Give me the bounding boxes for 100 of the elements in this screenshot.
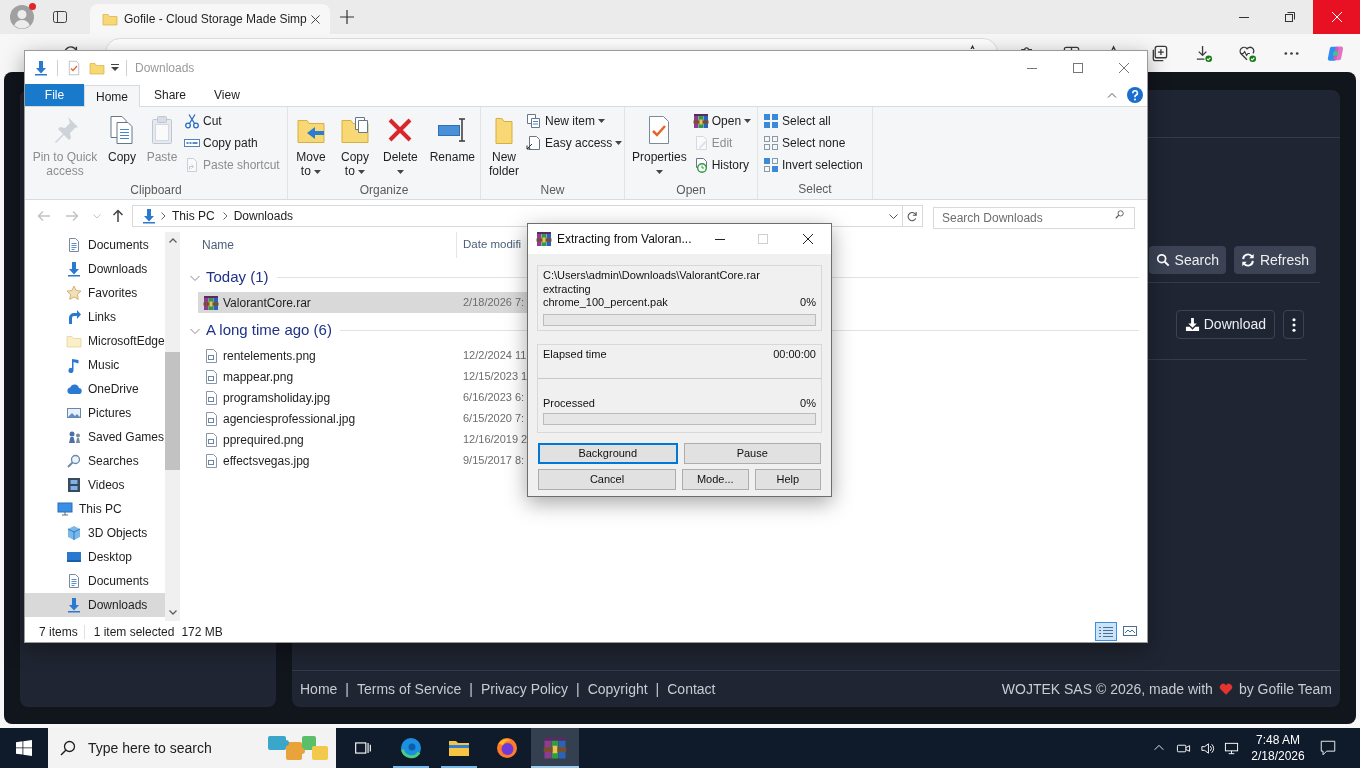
nav-item[interactable]: Favorites: [25, 281, 165, 305]
search-field[interactable]: Search Downloads: [933, 207, 1135, 229]
ribbon-button[interactable]: Properties: [629, 110, 690, 182]
file-row[interactable]: agenciesprofessional.jpg 6/15/2020 7:: [198, 408, 527, 429]
browser-tab[interactable]: Gofile - Cloud Storage Made Simp: [90, 4, 330, 34]
sidebar-panel-icon[interactable]: [52, 9, 68, 25]
copilot-icon[interactable]: [1325, 44, 1345, 63]
close-icon[interactable]: [311, 14, 320, 24]
taskbar-search-field[interactable]: Type here to search: [48, 728, 336, 768]
column-header[interactable]: Date modifi: [463, 236, 522, 254]
footer-link[interactable]: Copyright: [587, 678, 648, 700]
download-arrow-icon[interactable]: [33, 59, 49, 76]
view-button[interactable]: [1095, 622, 1117, 641]
breadcrumb[interactable]: Downloads: [233, 207, 294, 225]
ribbon-button[interactable]: Open: [691, 110, 753, 132]
ribbon-button[interactable]: Delete: [380, 110, 421, 182]
file-row[interactable]: rentelements.png 12/2/2024 11: [198, 345, 527, 366]
scrollbar[interactable]: [165, 232, 180, 621]
group-header[interactable]: A long time ago (6): [190, 319, 332, 342]
nav-item[interactable]: MicrosoftEdge: [25, 329, 165, 353]
ribbon-button[interactable]: History: [691, 154, 753, 176]
nav-item[interactable]: Searches: [25, 449, 165, 473]
network-monitor-icon[interactable]: [1223, 740, 1239, 756]
ribbon-button[interactable]: Copy: [103, 110, 141, 182]
windows-start-icon[interactable]: [16, 740, 32, 756]
ribbon-tab[interactable]: Share: [140, 84, 201, 106]
document-check-icon[interactable]: [66, 59, 82, 76]
dialog-button[interactable]: Pause: [683, 443, 821, 464]
file-row[interactable]: ValorantCore.rar 2/18/2026 7:: [198, 292, 527, 313]
more-options-button[interactable]: [1283, 310, 1304, 339]
nav-item[interactable]: Downloads: [25, 593, 165, 617]
ribbon-button[interactable]: Invert selection: [762, 154, 864, 176]
scroll-up-icon[interactable]: [168, 238, 177, 243]
refresh-icon[interactable]: [62, 44, 80, 50]
restore-icon[interactable]: [1285, 12, 1295, 22]
file-row[interactable]: programsholiday.jpg 6/16/2023 6:: [198, 387, 527, 408]
ribbon-tab[interactable]: View: [200, 84, 254, 106]
dialog-button[interactable]: Cancel: [538, 469, 676, 490]
plus-icon[interactable]: [340, 10, 354, 24]
download-button[interactable]: Download: [1175, 310, 1275, 339]
nav-item[interactable]: Documents: [25, 569, 165, 593]
footer-link[interactable]: Terms of Service: [357, 678, 462, 700]
file-row[interactable]: pprequired.png 12/16/2019 2: [198, 429, 527, 450]
nav-item[interactable]: Saved Games: [25, 425, 165, 449]
shortcut-document-icon: [184, 157, 200, 173]
ribbon-button[interactable]: Select none: [762, 132, 864, 154]
ribbon-button[interactable]: Easy access: [525, 132, 624, 154]
caret-down-icon[interactable]: [111, 64, 119, 71]
download-arrow-icon: [66, 261, 82, 277]
nav-item[interactable]: Links: [25, 305, 165, 329]
ribbon-button[interactable]: Select all: [762, 110, 864, 132]
nav-item[interactable]: Videos: [25, 473, 165, 497]
nav-item[interactable]: Desktop: [25, 545, 165, 569]
close-icon[interactable]: [803, 234, 813, 244]
toolbar-button[interactable]: Search: [1148, 246, 1226, 274]
nav-item[interactable]: 3D Objects: [25, 521, 165, 545]
file-row[interactable]: effectsvegas.jpg 9/15/2017 8:: [198, 450, 527, 471]
split-screen-icon[interactable]: [1061, 44, 1081, 50]
footer-link[interactable]: Home: [300, 678, 338, 700]
ribbon-button[interactable]: Rename: [426, 110, 479, 182]
clock-time[interactable]: 7:48 AM: [1256, 732, 1300, 748]
ribbon-button[interactable]: New item: [525, 110, 624, 132]
file-date: 6/15/2020 7:: [463, 411, 525, 427]
ribbon-button[interactable]: Copy path: [183, 132, 281, 154]
nav-item[interactable]: Downloads: [25, 257, 165, 281]
file-row[interactable]: mappear.png 12/15/2023 1: [198, 366, 527, 387]
ribbon-tab[interactable]: File: [25, 84, 84, 106]
refresh-icon[interactable]: [906, 209, 919, 223]
help-icon[interactable]: [1127, 87, 1143, 103]
footer-link[interactable]: Contact: [667, 678, 716, 700]
scrollbar-thumb[interactable]: [165, 352, 180, 470]
maximize-icon[interactable]: [1073, 62, 1083, 73]
nav-item[interactable]: Music: [25, 353, 165, 377]
up-arrow-icon[interactable]: [110, 208, 126, 224]
footer-link[interactable]: Privacy Policy: [480, 678, 569, 700]
ribbon-button[interactable]: Cut: [183, 110, 281, 132]
heart-pulse-icon[interactable]: [1237, 44, 1257, 63]
clock-date[interactable]: 2/18/2026: [1251, 748, 1305, 764]
ribbon-button[interactable]: Move to: [292, 110, 330, 182]
dialog-button[interactable]: Background: [538, 443, 678, 464]
ribbon-button[interactable]: New folder: [485, 110, 523, 182]
ribbon-tab[interactable]: Home: [84, 85, 140, 107]
nav-item[interactable]: OneDrive: [25, 377, 165, 401]
dialog-button[interactable]: Mode...: [682, 469, 749, 490]
nav-item[interactable]: This PC: [25, 497, 165, 521]
group-header[interactable]: Today (1): [190, 266, 269, 289]
chevron-down-icon[interactable]: [889, 213, 898, 219]
archive-books-icon: [536, 231, 552, 247]
dialog-button[interactable]: Help: [754, 469, 821, 490]
nav-item[interactable]: Documents: [25, 233, 165, 257]
notification-icon[interactable]: [1319, 739, 1337, 757]
taskbar-button[interactable]: [531, 728, 579, 768]
breadcrumb[interactable]: This PC: [172, 207, 215, 225]
scroll-down-icon[interactable]: [168, 610, 177, 615]
nav-item[interactable]: Pictures: [25, 401, 165, 425]
profile-avatar-icon[interactable]: [10, 5, 34, 29]
toolbar-button[interactable]: Refresh: [1233, 246, 1316, 274]
column-header[interactable]: Name: [202, 236, 234, 254]
ribbon-button[interactable]: Copy to: [336, 110, 374, 182]
speaker-icon[interactable]: [1199, 740, 1215, 756]
